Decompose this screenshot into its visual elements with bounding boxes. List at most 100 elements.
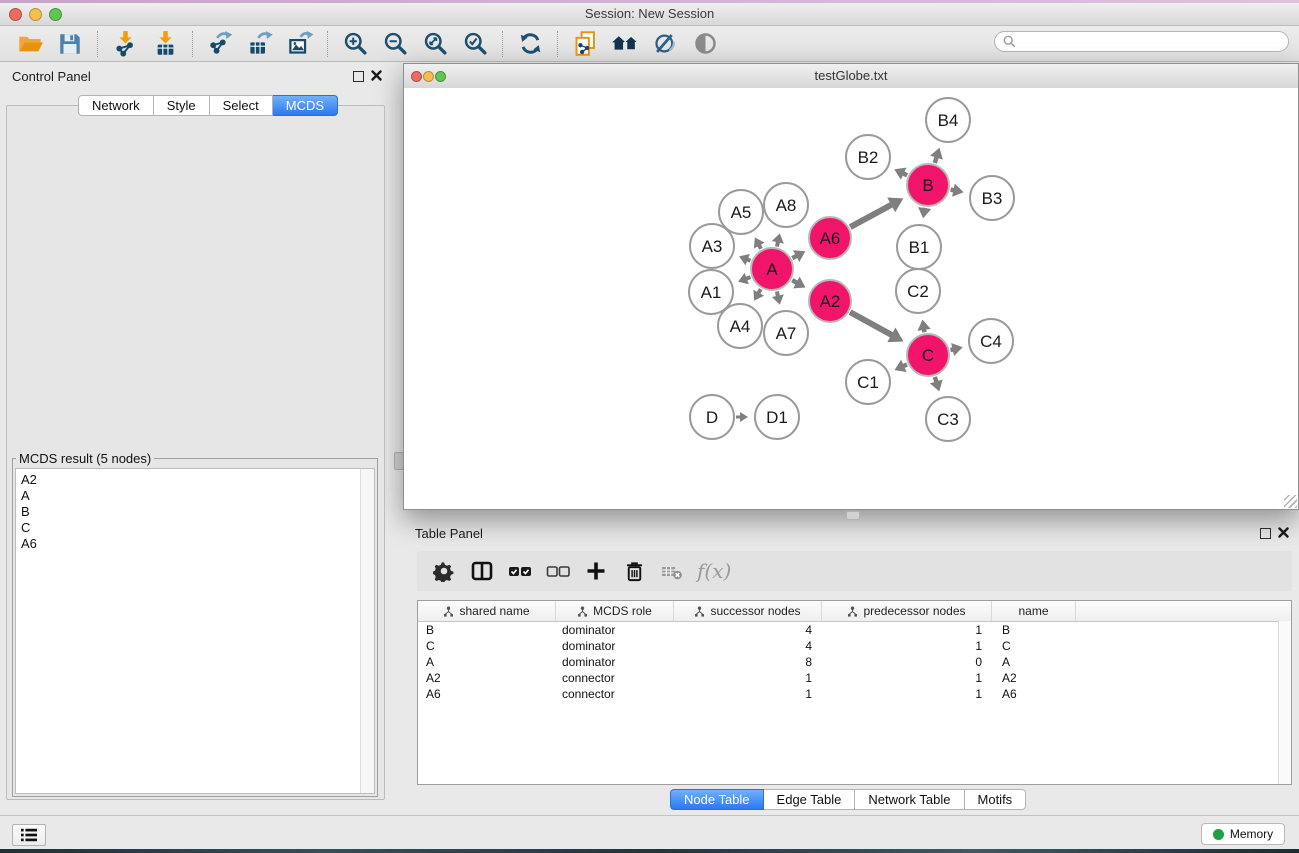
column-header-mcds-role[interactable]: MCDS role <box>556 601 674 621</box>
table-cell[interactable]: 1 <box>822 671 992 685</box>
result-item[interactable]: B <box>21 504 374 520</box>
graph-edge-A6-B[interactable] <box>850 204 892 227</box>
graph-node-A4[interactable]: A4 <box>718 304 762 348</box>
graph-node-C2[interactable]: C2 <box>896 269 940 313</box>
table-cell[interactable]: A6 <box>418 687 556 701</box>
graph-node-C[interactable]: C <box>907 334 949 376</box>
table-cell[interactable]: A2 <box>418 671 556 685</box>
zoom-in-button[interactable] <box>335 28 375 59</box>
graph-edge-arrowhead[interactable] <box>740 412 748 422</box>
scrollbar-track[interactable] <box>360 469 374 793</box>
graph-node-C4[interactable]: C4 <box>969 319 1013 363</box>
column-view-button[interactable] <box>463 554 501 588</box>
graph-node-A3[interactable]: A3 <box>690 224 734 268</box>
tab-mcds[interactable]: MCDS <box>273 95 338 116</box>
tab-select[interactable]: Select <box>210 95 273 116</box>
zoom-fit-button[interactable] <box>415 28 455 59</box>
task-history-button[interactable] <box>12 824 46 846</box>
table-row[interactable]: Bdominator41B <box>418 622 1291 638</box>
table-row[interactable]: A2connector11A2 <box>418 670 1291 686</box>
close-panel-icon[interactable] <box>1278 527 1289 538</box>
table-row[interactable]: A6connector11A6 <box>418 686 1291 702</box>
bird-eye-view-button[interactable] <box>685 28 725 59</box>
graph-edge-A2-C[interactable] <box>850 312 892 335</box>
scrollbar-track[interactable] <box>1278 621 1291 784</box>
export-image-button[interactable] <box>280 28 320 59</box>
save-session-button[interactable] <box>50 28 90 59</box>
column-header-shared-name[interactable]: shared name <box>418 601 556 621</box>
table-cell[interactable]: A6 <box>992 687 1076 701</box>
table-cell[interactable]: 4 <box>674 639 822 653</box>
table-cell[interactable]: 1 <box>674 687 822 701</box>
table-cell[interactable]: 8 <box>674 655 822 669</box>
result-item[interactable]: C <box>21 520 374 536</box>
export-table-button[interactable] <box>240 28 280 59</box>
network-canvas[interactable]: B4B2BB3A8A5A6A3B1AA1C2A2A4A7C4CC1C3DD1 <box>404 88 1298 509</box>
graph-edge-arrowhead[interactable] <box>951 343 963 356</box>
table-cell[interactable]: C <box>992 639 1076 653</box>
deselect-all-rows-button[interactable] <box>539 554 577 588</box>
delete-table-button[interactable] <box>653 554 691 588</box>
network-graph[interactable]: B4B2BB3A8A5A6A3B1AA1C2A2A4A7C4CC1C3DD1 <box>404 88 1298 509</box>
graph-node-B[interactable]: B <box>907 164 949 206</box>
tab-motifs[interactable]: Motifs <box>965 789 1027 810</box>
refresh-button[interactable] <box>510 28 550 59</box>
table-cell[interactable]: 1 <box>674 671 822 685</box>
graph-node-B4[interactable]: B4 <box>926 98 970 142</box>
delete-column-button[interactable] <box>615 554 653 588</box>
graph-node-D[interactable]: D <box>690 395 734 439</box>
main-titlebar[interactable]: Session: New Session <box>0 3 1299 26</box>
tab-edge-table[interactable]: Edge Table <box>764 789 856 810</box>
tab-network-table[interactable]: Network Table <box>855 789 964 810</box>
tab-style[interactable]: Style <box>154 95 210 116</box>
export-network-button[interactable] <box>200 28 240 59</box>
graph-edge-arrowhead[interactable] <box>917 320 930 331</box>
table-cell[interactable]: C <box>418 639 556 653</box>
zoom-selected-button[interactable] <box>455 28 495 59</box>
column-header-successor-nodes[interactable]: successor nodes <box>674 601 822 621</box>
graph-node-C1[interactable]: C1 <box>846 360 890 404</box>
zoom-out-button[interactable] <box>375 28 415 59</box>
table-cell[interactable]: dominator <box>556 655 674 669</box>
graph-node-A1[interactable]: A1 <box>689 270 733 314</box>
graph-edge-arrowhead[interactable] <box>918 207 931 218</box>
table-cell[interactable]: B <box>418 623 556 637</box>
table-cell[interactable]: 0 <box>822 655 992 669</box>
function-builder-button[interactable]: f(x) <box>697 559 731 583</box>
select-all-rows-button[interactable] <box>501 554 539 588</box>
table-cell[interactable]: 1 <box>822 639 992 653</box>
table-cell[interactable]: dominator <box>556 639 674 653</box>
column-header-name[interactable]: name <box>992 601 1076 621</box>
table-cell[interactable]: B <box>992 623 1076 637</box>
tab-node-table[interactable]: Node Table <box>670 789 764 810</box>
float-panel-icon[interactable] <box>1260 528 1271 539</box>
graph-edge-arrowhead[interactable] <box>772 233 784 243</box>
clone-network-button[interactable] <box>565 28 605 59</box>
create-column-button[interactable] <box>577 554 615 588</box>
hide-details-button[interactable] <box>645 28 685 59</box>
table-settings-button[interactable] <box>425 554 463 588</box>
search-input[interactable] <box>1021 34 1288 50</box>
graph-node-A[interactable]: A <box>751 248 793 290</box>
table-cell[interactable]: connector <box>556 687 674 701</box>
table-row[interactable]: Adominator80A <box>418 654 1291 670</box>
table-cell[interactable]: 4 <box>674 623 822 637</box>
table-row[interactable]: Cdominator41C <box>418 638 1291 654</box>
import-table-button[interactable] <box>145 28 185 59</box>
network-window-titlebar[interactable]: testGlobe.txt <box>404 64 1298 89</box>
close-panel-icon[interactable] <box>371 70 382 81</box>
graph-node-A7[interactable]: A7 <box>764 311 808 355</box>
column-header-predecessor-nodes[interactable]: predecessor nodes <box>822 601 992 621</box>
graph-node-B3[interactable]: B3 <box>970 176 1014 220</box>
open-file-button[interactable] <box>10 28 50 59</box>
table-cell[interactable]: 1 <box>822 687 992 701</box>
graph-node-D1[interactable]: D1 <box>755 395 799 439</box>
graph-node-B2[interactable]: B2 <box>846 135 890 179</box>
float-panel-icon[interactable] <box>353 71 364 82</box>
graph-node-B1[interactable]: B1 <box>897 225 941 269</box>
graph-edge-arrowhead[interactable] <box>772 294 784 304</box>
table-cell[interactable]: dominator <box>556 623 674 637</box>
graph-node-A8[interactable]: A8 <box>764 183 808 227</box>
result-item[interactable]: A <box>21 488 374 504</box>
graph-node-C3[interactable]: C3 <box>926 397 970 441</box>
